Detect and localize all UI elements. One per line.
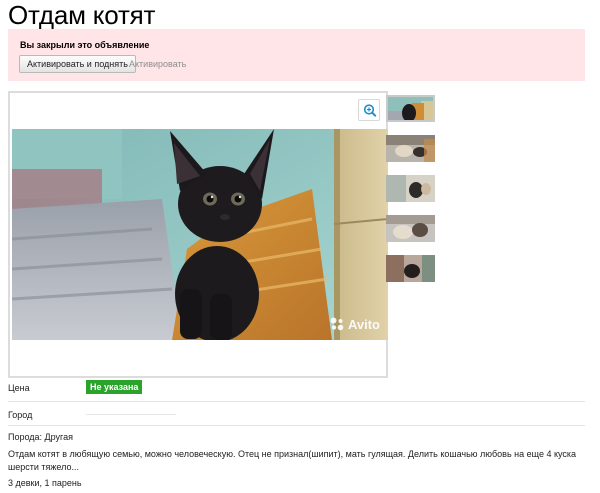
watermark-text: Avito (347, 316, 380, 332)
price-value-badge: Не указана (86, 380, 143, 394)
activate-link[interactable]: Активировать (129, 59, 186, 69)
notice-text: Вы закрыли это объявление (20, 40, 150, 50)
city-row: Город (8, 402, 585, 426)
closed-ad-notice: Вы закрыли это объявление Активировать и… (8, 29, 585, 81)
avito-logo-icon (330, 317, 344, 331)
breed-text: Порода: Другая (8, 432, 74, 442)
thumbnail-4[interactable] (386, 215, 435, 242)
zoom-button[interactable] (358, 99, 380, 121)
city-label: Город (8, 410, 33, 420)
photo-gallery: Avito (8, 91, 388, 378)
kittens-note: 3 девки, 1 парень (8, 478, 82, 488)
activate-and-raise-button[interactable]: Активировать и поднять (19, 55, 136, 73)
main-photo[interactable]: Avito (12, 129, 388, 340)
page-title: Отдам котят (8, 0, 156, 30)
avito-watermark: Avito (329, 316, 380, 332)
price-row: Цена Не указана (8, 378, 585, 402)
city-value-placeholder (86, 414, 176, 415)
thumbnail-3[interactable] (386, 175, 435, 202)
thumbnail-5[interactable] (386, 255, 435, 282)
thumbnail-1[interactable] (386, 95, 435, 122)
zoom-in-icon (363, 104, 377, 117)
description-text: Отдам котят в любящую семью, можно челов… (8, 449, 577, 472)
price-label: Цена (8, 383, 30, 393)
kitten-photo (12, 129, 388, 340)
thumbnail-2[interactable] (386, 135, 435, 162)
